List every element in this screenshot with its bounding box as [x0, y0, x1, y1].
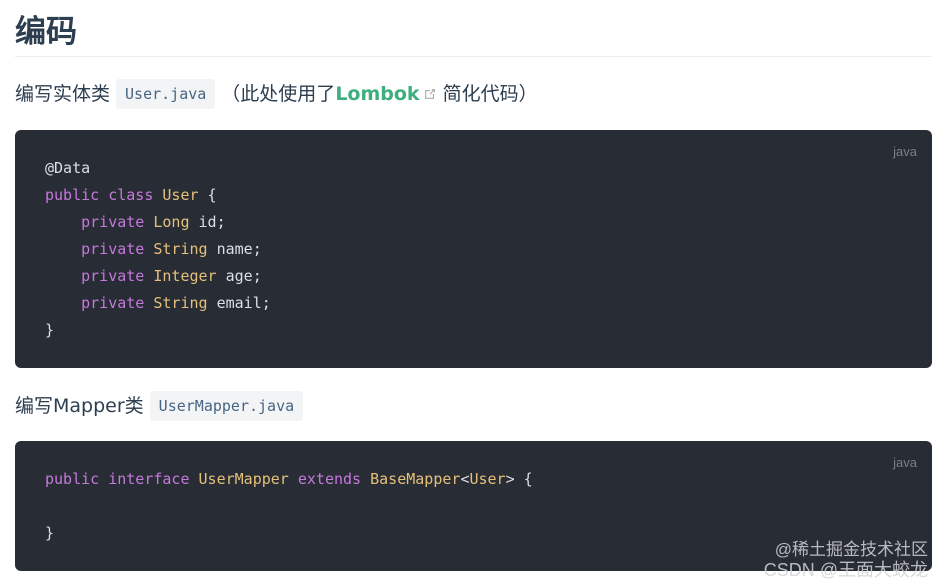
code-line: private String name;	[45, 236, 271, 263]
code-line: }	[45, 520, 533, 547]
code-content[interactable]: public interface UserMapper extends Base…	[45, 466, 533, 547]
code-keyword: private	[81, 294, 145, 312]
code-lang-label: java	[893, 455, 917, 470]
code-keyword: public	[45, 470, 100, 488]
code-content[interactable]: @Data public class User { private Long id…	[45, 155, 271, 344]
code-lang-label: java	[893, 144, 917, 159]
code-line: public class User {	[45, 182, 271, 209]
code-text: id;	[189, 213, 226, 231]
code-type: User	[469, 470, 506, 488]
code-type: BaseMapper	[370, 470, 461, 488]
code-text: email;	[207, 294, 271, 312]
code-keyword: private	[81, 240, 145, 258]
code-type: UserMapper	[198, 470, 289, 488]
code-keyword: interface	[108, 470, 190, 488]
mapper-text: 编写Mapper类	[15, 395, 144, 417]
code-text: age;	[216, 267, 262, 285]
watermark-line: @稀土掘金技术社区	[774, 540, 928, 559]
mapper-filename: UserMapper.java	[149, 391, 304, 421]
entity-note-close: 简化代码）	[442, 83, 538, 105]
code-text: > {	[505, 470, 533, 488]
code-line: public interface UserMapper extends Base…	[45, 466, 533, 493]
code-keyword: private	[81, 267, 145, 285]
entity-note-open: （此处使用了	[221, 83, 336, 105]
code-keyword: public	[45, 186, 100, 204]
code-text: {	[198, 186, 217, 204]
code-text: @Data	[45, 159, 91, 177]
code-keyword: class	[108, 186, 154, 204]
entity-filename: User.java	[116, 79, 216, 109]
page-heading: 编码	[15, 14, 77, 50]
external-link-icon	[424, 89, 435, 99]
code-keyword: private	[81, 213, 145, 231]
code-line: private Integer age;	[45, 263, 271, 290]
entity-paragraph: 编写实体类 User.java （此处使用了 Lombok 简化代码）	[15, 79, 538, 109]
code-block-user[interactable]: java @Data public class User { private Lo…	[15, 130, 932, 368]
code-line: private Long id;	[45, 209, 271, 236]
code-line: private String email;	[45, 290, 271, 317]
heading-divider	[15, 56, 932, 57]
watermark-line: CSDN @王面大蛟龙	[763, 560, 928, 580]
code-line: @Data	[45, 155, 271, 182]
code-line: }	[45, 317, 271, 344]
code-text: }	[45, 321, 55, 339]
code-type: Integer	[153, 267, 217, 285]
entity-text: 编写实体类	[15, 83, 111, 105]
code-text: name;	[207, 240, 262, 258]
code-text: }	[45, 524, 55, 542]
lombok-link[interactable]: Lombok	[335, 79, 419, 109]
mapper-paragraph: 编写Mapper类 UserMapper.java	[15, 391, 309, 421]
code-type: User	[162, 186, 199, 204]
code-keyword: extends	[297, 470, 362, 488]
code-type: Long	[153, 213, 190, 231]
code-type: String	[153, 294, 208, 312]
code-type: String	[153, 240, 208, 258]
watermark: @稀土掘金技术社区 CSDN @王面大蛟龙	[764, 540, 928, 580]
